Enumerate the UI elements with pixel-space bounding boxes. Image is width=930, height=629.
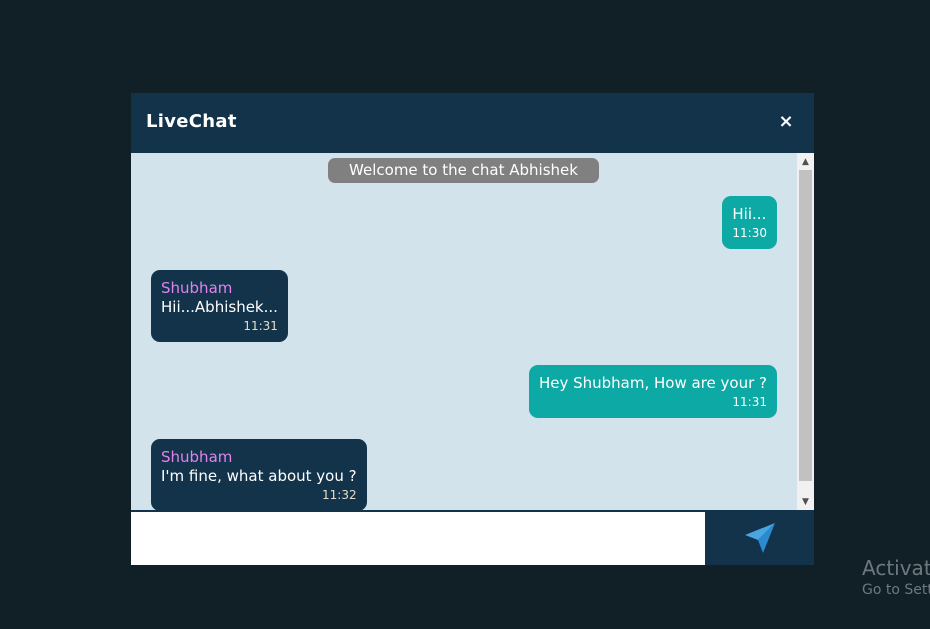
message-scrollbar[interactable]: ▲ ▼ [797, 153, 814, 510]
send-icon [744, 522, 775, 553]
welcome-banner: Welcome to the chat Abhishek [328, 158, 599, 183]
message-text: Hey Shubham, How are your ? [538, 374, 767, 392]
scroll-thumb[interactable] [799, 170, 812, 481]
message-time: 11:32 [322, 488, 357, 502]
watermark-line2: Go to Sett [862, 582, 930, 598]
watermark-line1: Activate [862, 556, 930, 580]
chat-header: LiveChat × [131, 93, 814, 153]
message-incoming: Shubham I'm fine, what about you ? 11:32 [151, 439, 367, 510]
message-sender: Shubham [161, 448, 233, 466]
message-input[interactable] [131, 512, 705, 565]
close-icon[interactable]: × [776, 111, 796, 132]
windows-activation-watermark: Activate Go to Sett [862, 556, 930, 600]
message-text: I'm fine, what about you ? [161, 467, 357, 485]
send-button[interactable] [705, 510, 814, 565]
message-incoming: Shubham Hii...Abhishek... 11:31 [151, 270, 288, 342]
scroll-up-arrow-icon[interactable]: ▲ [797, 153, 814, 170]
message-outgoing: Hey Shubham, How are your ? 11:31 [528, 365, 777, 418]
chat-window: LiveChat × Welcome to the chat Abhishek … [131, 93, 814, 565]
message-outgoing: Hii... 11:30 [722, 196, 777, 249]
message-text: Hii...Abhishek... [161, 298, 278, 316]
message-sender: Shubham [161, 279, 233, 297]
scroll-down-arrow-icon[interactable]: ▼ [797, 493, 814, 510]
message-time: 11:30 [732, 226, 767, 240]
message-time: 11:31 [243, 319, 278, 333]
message-time: 11:31 [732, 395, 767, 409]
message-input-bar [131, 510, 814, 565]
message-text: Hii... [732, 205, 767, 223]
message-list: Welcome to the chat Abhishek Hii... 11:3… [131, 153, 814, 510]
chat-title: LiveChat [146, 111, 237, 132]
